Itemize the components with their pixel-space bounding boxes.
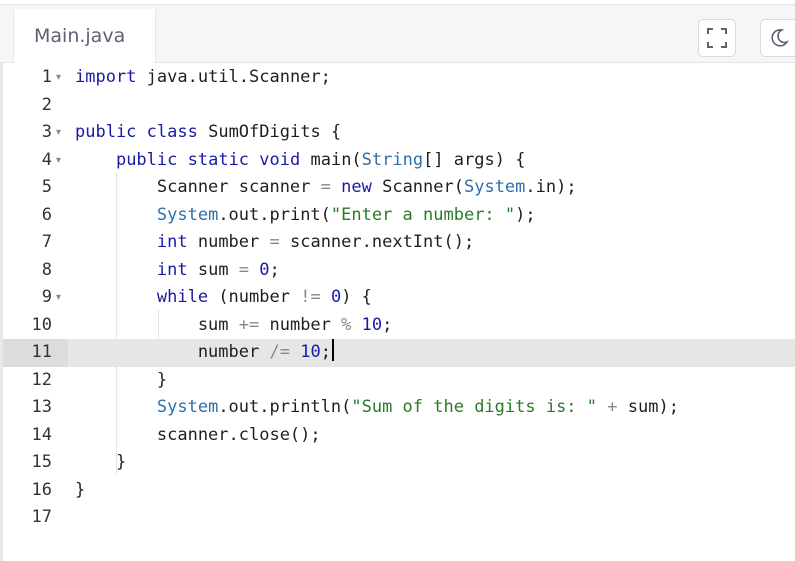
line-text: }: [75, 369, 168, 390]
code-line: 16 }: [3, 477, 795, 505]
line-number: 12: [31, 369, 52, 390]
code-line: 1 ▾ import java.util.Scanner;: [3, 64, 795, 92]
line-text: scanner.close();: [75, 424, 321, 445]
code-line: 3 ▾ public class SumOfDigits {: [3, 119, 795, 147]
text-cursor: [331, 339, 334, 361]
line-text: import java.util.Scanner;: [75, 67, 331, 87]
line-text: public class SumOfDigits {: [75, 122, 342, 142]
code-line: 5 Scanner scanner = new Scanner(System.i…: [3, 174, 795, 202]
line-text: }: [75, 479, 86, 500]
fold-arrow-icon[interactable]: ▾: [56, 64, 61, 92]
line-text: }: [75, 452, 127, 472]
line-text: number /= 10;: [75, 339, 334, 367]
line-text: Scanner scanner = new Scanner(System.in)…: [75, 177, 577, 197]
code-line: 15 }: [3, 449, 795, 477]
fullscreen-button[interactable]: [698, 19, 736, 57]
line-number: 1: [41, 67, 52, 87]
line-text: int sum = 0;: [156, 259, 280, 280]
line-text: System.out.print("Enter a number: ");: [156, 204, 536, 225]
line-number: 7: [41, 232, 52, 252]
line-number: 10: [31, 314, 52, 335]
line-text: public static void main(String[] args) {: [115, 149, 526, 170]
code-line: 2: [3, 92, 795, 120]
code-line: 12 }: [3, 367, 795, 395]
code-line: 7 int number = scanner.nextInt();: [3, 229, 795, 257]
line-number: 14: [31, 424, 52, 445]
tab-bar: Main.java: [0, 4, 795, 68]
line-number: 5: [41, 177, 52, 197]
line-number: 4: [41, 149, 52, 170]
tab-label: Main.java: [34, 25, 126, 47]
line-number: 13: [31, 397, 52, 417]
line-number: 16: [31, 479, 52, 500]
code-line: 10 sum += number % 10;: [3, 312, 795, 340]
code-line-active: 11 number /= 10;: [3, 339, 795, 367]
code-line: 9 ▾ while (number != 0) {: [3, 284, 795, 312]
line-text: while (number != 0) {: [156, 287, 372, 307]
code-editor[interactable]: 1 ▾ import java.util.Scanner; 2 3 ▾ publ…: [0, 63, 795, 561]
line-number: 3: [41, 122, 52, 142]
code-line: 13 System.out.println("Sum of the digits…: [3, 394, 795, 422]
fold-arrow-icon[interactable]: ▾: [56, 147, 61, 175]
line-number: 15: [31, 452, 52, 472]
line-text: int number = scanner.nextInt();: [156, 232, 475, 252]
line-number: 2: [41, 94, 52, 115]
tab-main-java[interactable]: Main.java: [13, 9, 156, 68]
line-number: 9: [41, 287, 52, 307]
code-line: 6 System.out.print("Enter a number: ");: [3, 202, 795, 230]
moon-icon: [771, 29, 789, 47]
line-number: 6: [41, 204, 52, 225]
code-line: 4 ▾ public static void main(String[] arg…: [3, 147, 795, 175]
fold-arrow-icon[interactable]: ▾: [56, 284, 61, 312]
theme-toggle-button[interactable]: [760, 19, 795, 57]
code-line: 17: [3, 504, 795, 532]
fold-arrow-icon[interactable]: ▾: [56, 119, 61, 147]
fullscreen-icon: [707, 28, 727, 48]
line-number: 17: [31, 507, 52, 527]
code-line: 8 int sum = 0;: [3, 257, 795, 285]
line-number: 8: [41, 259, 52, 280]
line-text: sum += number % 10;: [75, 314, 393, 335]
line-text: System.out.println("Sum of the digits is…: [156, 397, 679, 417]
code-line: 14 scanner.close();: [3, 422, 795, 450]
line-number: 11: [31, 342, 52, 362]
